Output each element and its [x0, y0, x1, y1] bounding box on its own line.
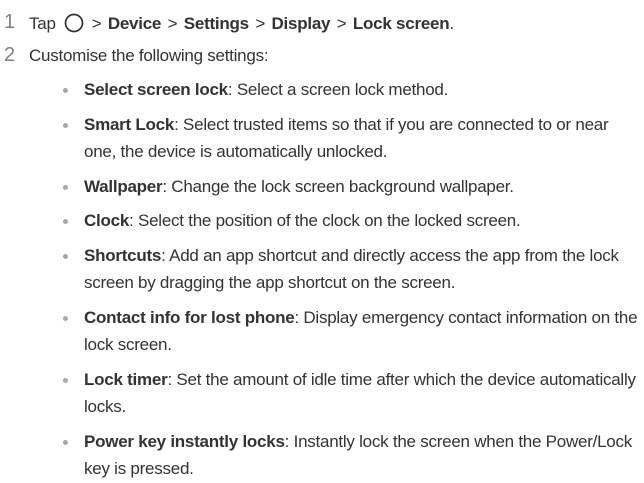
- path-separator: >: [167, 14, 178, 33]
- list-item: Clock: Select the position of the clock …: [58, 207, 644, 235]
- setting-title: Lock timer: [84, 369, 168, 389]
- bullet-icon: [63, 88, 68, 93]
- path-settings: Settings: [183, 14, 249, 33]
- step-prefix: Tap: [29, 14, 56, 33]
- step-end: .: [449, 14, 454, 33]
- step-number: 2: [4, 44, 15, 66]
- setting-description: : Select a screen lock method.: [227, 80, 449, 99]
- setting-description: : Add an app shortcut and directly acces…: [84, 245, 619, 293]
- setting-description: : Change the lock screen background wall…: [162, 176, 514, 196]
- setting-title: Power key instantly locks: [84, 431, 285, 451]
- step-2-text: Customise the following settings:: [29, 46, 269, 65]
- list-item: Power key instantly locks: Instantly loc…: [58, 428, 644, 483]
- path-separator: >: [91, 14, 102, 33]
- settings-list: Select screen lock: Select a screen lock…: [58, 76, 644, 483]
- path-separator: >: [255, 14, 266, 33]
- setting-title: Contact info for lost phone: [84, 307, 295, 327]
- list-item: Lock timer: Set the amount of idle time …: [58, 366, 644, 421]
- path-separator: >: [336, 14, 347, 33]
- setting-title: Shortcuts: [84, 245, 162, 265]
- setting-description: : Set the amount of idle time after whic…: [84, 369, 636, 417]
- bullet-icon: [63, 219, 68, 224]
- bullet-icon: [63, 122, 68, 128]
- setting-title: Smart Lock: [84, 114, 175, 134]
- setting-title: Clock: [84, 211, 130, 230]
- list-item: Wallpaper: Change the lock screen backgr…: [58, 173, 644, 201]
- setting-description: : Select the position of the clock on th…: [129, 211, 521, 230]
- list-item: Contact info for lost phone: Display eme…: [58, 304, 644, 359]
- bullet-icon: [63, 253, 68, 259]
- list-item: Select screen lock: Select a screen lock…: [58, 76, 644, 104]
- list-item: Smart Lock: Select trusted items so that…: [58, 111, 644, 166]
- step-1-text: Tap > Device > Settings > Display > Lock…: [29, 13, 454, 34]
- bullet-icon: [63, 439, 68, 445]
- step-number: 1: [4, 11, 15, 33]
- setting-title: Select screen lock: [84, 80, 228, 99]
- bullet-icon: [63, 377, 68, 383]
- bullet-icon: [63, 184, 68, 190]
- instruction-page: 1 Tap > Device > Settings > Display > Lo…: [0, 0, 644, 479]
- setting-title: Wallpaper: [84, 176, 163, 196]
- list-item: Shortcuts: Add an app shortcut and direc…: [58, 242, 644, 297]
- home-circle-icon: [64, 13, 84, 33]
- bullet-icon: [63, 315, 68, 321]
- path-display: Display: [271, 14, 331, 33]
- path-lock-screen: Lock screen: [352, 14, 450, 33]
- path-device: Device: [107, 14, 162, 33]
